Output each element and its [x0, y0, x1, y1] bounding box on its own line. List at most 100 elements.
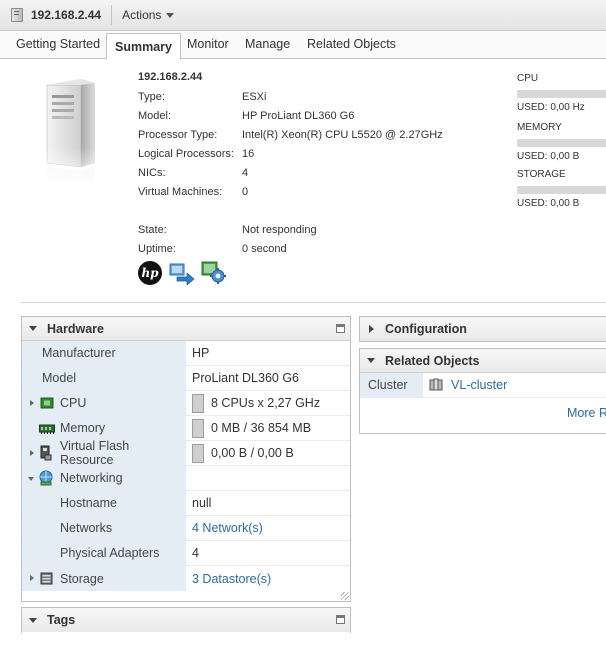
expand-triangle-icon[interactable] — [30, 400, 34, 406]
flash-usage-gauge — [192, 443, 204, 463]
memory-usage-gauge — [192, 418, 204, 438]
summary-key: Processor Type: — [138, 129, 218, 141]
hardware-value: 0,00 B / 0,00 B — [211, 446, 294, 460]
hp-logo-icon: hp — [138, 261, 162, 285]
related-objects-header[interactable]: Related Objects — [360, 349, 606, 373]
tags-title: Tags — [47, 613, 76, 627]
related-objects-panel: Related Objects Cluster VL-cluster More … — [359, 348, 606, 434]
cpu-used: USED: 0,00 Hz — [517, 102, 585, 113]
summary-value: Not responding — [242, 224, 317, 236]
hardware-value: 4 — [192, 546, 199, 560]
chevron-down-icon — [166, 13, 175, 18]
hardware-row-model: Model ProLiant DL360 G6 — [22, 366, 350, 391]
storage-icon — [40, 572, 53, 585]
flash-icon — [40, 445, 52, 461]
cpu-meter: CPU USED: 0,00 Hz — [517, 73, 606, 113]
storage-used: USED: 0,00 B — [517, 198, 580, 209]
memory-usage-bar — [517, 139, 606, 147]
cpu-usage-bar — [517, 90, 606, 98]
minimize-icon[interactable] — [336, 615, 345, 624]
collapse-triangle-icon — [29, 326, 37, 331]
tab-manage[interactable]: Manage — [245, 37, 290, 51]
hardware-row-networks: Networks 4 Network(s) — [22, 516, 350, 541]
hardware-key: Physical Adapters — [60, 546, 160, 560]
summary-key: Logical Processors: — [138, 148, 234, 160]
summary-key: Model: — [138, 110, 172, 122]
datastores-link[interactable]: 3 Datastore(s) — [186, 566, 350, 591]
resize-grip-icon[interactable] — [341, 592, 349, 600]
cpu-label: CPU — [517, 73, 539, 84]
migrate-icon[interactable] — [169, 263, 195, 285]
summary-value: 0 second — [242, 243, 287, 255]
cluster-link[interactable]: VL-cluster — [451, 378, 507, 392]
hardware-row-manufacturer: Manufacturer HP — [22, 341, 350, 366]
hardware-title: Hardware — [47, 321, 104, 336]
storage-meter: STORAGE USED: 0,00 B — [517, 169, 606, 209]
title-bar: 192.168.2.44 Actions — [0, 0, 606, 31]
more-related-objects-link[interactable]: More R — [567, 406, 606, 420]
cluster-key: Cluster — [368, 378, 408, 392]
hardware-row-flash[interactable]: Virtual Flash Resource 0,00 B / 0,00 B — [22, 439, 350, 467]
hardware-row-cpu[interactable]: CPU 8 CPUs x 2,27 GHz — [22, 391, 350, 416]
hardware-key: Memory — [60, 421, 106, 435]
tags-panel: Tags — [21, 607, 351, 633]
summary-value: 4 — [242, 167, 249, 179]
section-divider — [21, 302, 606, 303]
hardware-key: CPU — [60, 396, 87, 410]
hardware-value: 0 MB / 36 854 MB — [211, 421, 312, 435]
hardware-key: Networking — [60, 471, 123, 485]
hardware-key: Hostname — [60, 496, 117, 510]
hardware-value: 8 CPUs x 2,27 GHz — [211, 396, 321, 410]
tags-header[interactable]: Tags — [22, 608, 350, 632]
host-settings-icon[interactable] — [201, 261, 227, 285]
hardware-row-networking[interactable]: Networking — [22, 466, 350, 491]
summary-value: Intel(R) Xeon(R) CPU L5520 @ 2.27GHz — [242, 129, 443, 141]
expand-triangle-icon[interactable] — [30, 575, 34, 581]
summary-host-name: 192.168.2.44 — [138, 71, 203, 83]
hardware-row-physical-adapters: Physical Adapters 4 — [22, 541, 350, 566]
actions-label: Actions — [122, 8, 162, 22]
cpu-usage-gauge — [192, 393, 204, 413]
host-title: 192.168.2.44 — [31, 8, 102, 22]
hardware-value: HP — [192, 346, 210, 360]
hardware-value: null — [192, 496, 212, 510]
hardware-key: Storage — [60, 571, 104, 586]
summary-key: NICs: — [138, 167, 166, 179]
related-cluster-row: Cluster VL-cluster — [360, 373, 606, 398]
configuration-panel: Configuration — [359, 316, 606, 342]
tab-getting-started[interactable]: Getting Started — [16, 37, 100, 51]
memory-meter: MEMORY USED: 0,00 B — [517, 122, 606, 162]
expand-triangle-icon — [369, 325, 374, 333]
hardware-key: Model — [42, 371, 77, 385]
hardware-value: ProLiant DL360 G6 — [192, 371, 300, 385]
tab-related-objects[interactable]: Related Objects — [307, 37, 396, 51]
hardware-row-storage[interactable]: Storage 3 Datastore(s) — [22, 566, 350, 591]
hardware-row-hostname: Hostname null — [22, 491, 350, 516]
summary-value: ESXi — [242, 91, 267, 103]
summary-value: 16 — [242, 148, 255, 160]
summary-key: Virtual Machines: — [138, 186, 223, 198]
hardware-row-memory: Memory 0 MB / 36 854 MB — [22, 416, 350, 441]
host-icon — [11, 8, 23, 22]
hardware-panel: Hardware Manufacturer HP Model ProLiant … — [21, 316, 351, 602]
expand-triangle-icon[interactable] — [30, 450, 34, 456]
collapse-triangle-icon[interactable] — [28, 477, 34, 481]
tab-monitor[interactable]: Monitor — [187, 37, 229, 51]
hardware-key: Networks — [60, 521, 113, 535]
networks-link[interactable]: 4 Network(s) — [186, 516, 350, 540]
actions-menu-button[interactable]: Actions — [122, 8, 175, 22]
hardware-key: Manufacturer — [42, 346, 116, 360]
summary-value: 0 — [242, 186, 249, 198]
cluster-icon — [429, 378, 443, 391]
summary-key: Uptime: — [138, 243, 176, 255]
tab-bar: Getting Started Summary Monitor Manage R… — [0, 31, 606, 60]
storage-usage-bar — [517, 186, 606, 194]
network-icon — [39, 470, 53, 486]
hardware-header[interactable]: Hardware — [22, 317, 350, 341]
minimize-icon[interactable] — [336, 324, 345, 333]
hardware-value — [186, 466, 350, 490]
server-icon — [43, 79, 98, 189]
memory-label: MEMORY — [517, 122, 562, 133]
tab-summary[interactable]: Summary — [106, 33, 181, 60]
configuration-header[interactable]: Configuration — [360, 317, 606, 341]
